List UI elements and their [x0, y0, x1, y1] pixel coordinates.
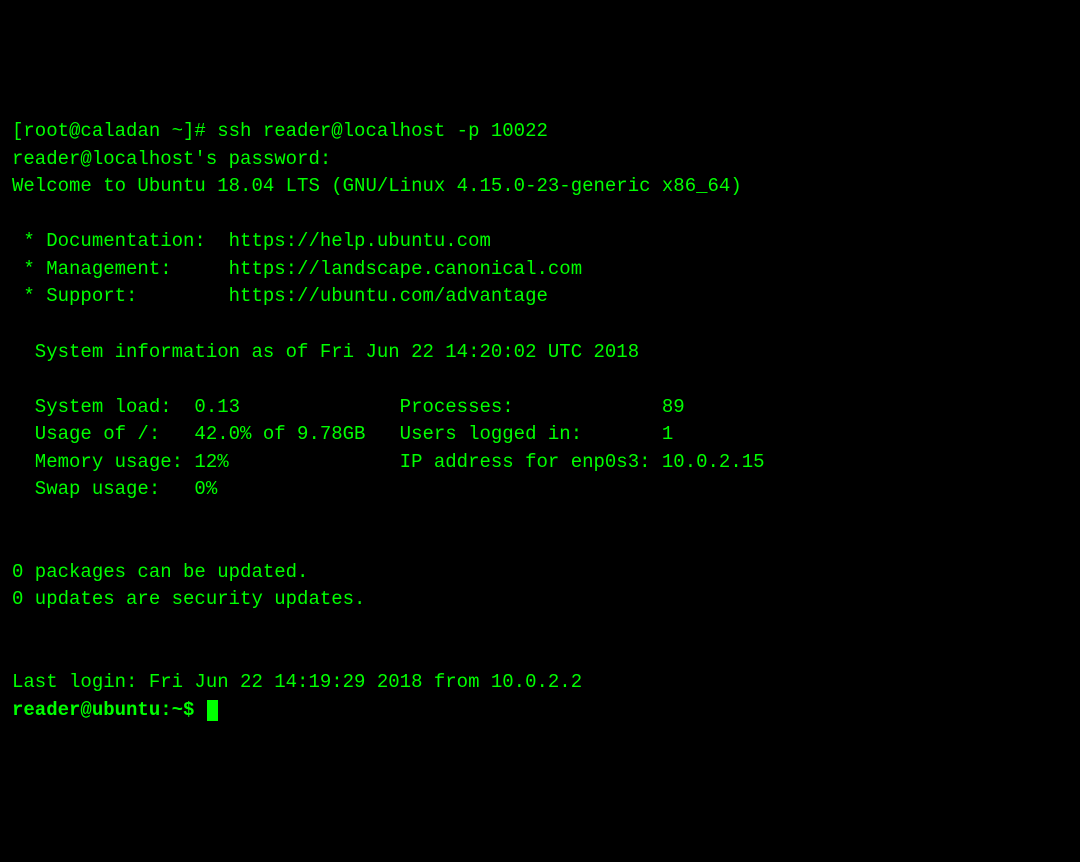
ssh-command-line: [root@caladan ~]# ssh reader@localhost -…: [12, 120, 548, 142]
password-prompt-line: reader@localhost's password:: [12, 148, 331, 170]
prompt-tilde: ~: [172, 699, 183, 721]
system-load-line: System load: 0.13 Processes: 89: [12, 396, 685, 418]
last-login-line: Last login: Fri Jun 22 14:19:29 2018 fro…: [12, 671, 582, 693]
prompt-dollar: $: [183, 699, 194, 721]
welcome-line: Welcome to Ubuntu 18.04 LTS (GNU/Linux 4…: [12, 175, 742, 197]
shell-prompt[interactable]: reader@ubuntu:~$: [12, 699, 194, 721]
swap-line: Swap usage: 0%: [12, 478, 217, 500]
prompt-space: [194, 699, 205, 721]
packages-update-line: 0 packages can be updated.: [12, 561, 308, 583]
system-info-header: System information as of Fri Jun 22 14:2…: [12, 341, 639, 363]
management-line: * Management: https://landscape.canonica…: [12, 258, 582, 280]
usage-line: Usage of /: 42.0% of 9.78GB Users logged…: [12, 423, 673, 445]
terminal-screen[interactable]: [root@caladan ~]# ssh reader@localhost -…: [12, 118, 1068, 724]
cursor-block-icon: [207, 700, 218, 721]
prompt-colon: :: [160, 699, 171, 721]
security-updates-line: 0 updates are security updates.: [12, 588, 365, 610]
prompt-user-host: reader@ubuntu: [12, 699, 160, 721]
memory-line: Memory usage: 12% IP address for enp0s3:…: [12, 451, 765, 473]
documentation-line: * Documentation: https://help.ubuntu.com: [12, 230, 491, 252]
support-line: * Support: https://ubuntu.com/advantage: [12, 285, 548, 307]
